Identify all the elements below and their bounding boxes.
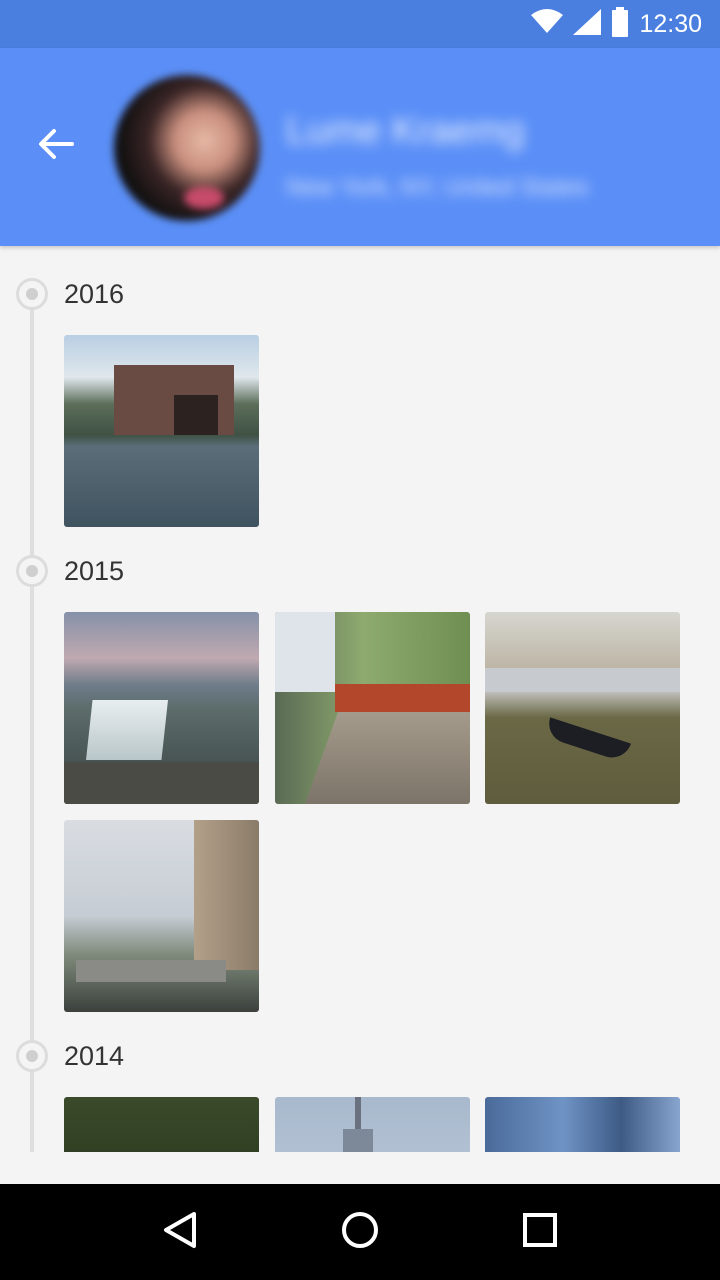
cell-signal-icon xyxy=(573,8,602,40)
year-label: 2016 xyxy=(64,279,125,309)
river-bridge-photo[interactable] xyxy=(64,820,259,1012)
gondola-canal-photo[interactable] xyxy=(485,612,680,804)
avatar[interactable] xyxy=(114,75,260,221)
timeline-marker-icon xyxy=(16,1040,48,1072)
profile-location: New York, NY, United States xyxy=(286,174,589,201)
year-label: 2015 xyxy=(64,556,125,586)
timeline-line xyxy=(30,294,34,1152)
nav-back-button[interactable] xyxy=(140,1192,220,1272)
waterfall-photo[interactable] xyxy=(64,612,259,804)
promenade-photo[interactable] xyxy=(275,612,470,804)
status-time: 12:30 xyxy=(639,9,702,38)
wifi-icon xyxy=(531,8,564,40)
status-icons: 12:30 xyxy=(531,6,702,42)
photo-timeline[interactable]: 2016 2015 2014 xyxy=(0,246,720,1152)
timeline-marker-icon xyxy=(16,555,48,587)
profile-name: Lume Kraemg xyxy=(286,110,525,152)
year-label: 2014 xyxy=(64,1041,125,1071)
trees-sky-photo[interactable] xyxy=(64,1097,259,1152)
recents-square-icon xyxy=(520,1210,560,1255)
system-nav-bar xyxy=(0,1184,720,1280)
nav-recents-button[interactable] xyxy=(500,1192,580,1272)
tower-spire-photo[interactable] xyxy=(275,1097,470,1152)
home-circle-icon xyxy=(340,1210,380,1255)
timeline-marker-icon xyxy=(16,278,48,310)
glass-skyscraper-photo[interactable] xyxy=(485,1097,680,1152)
nav-home-button[interactable] xyxy=(320,1192,400,1272)
status-bar: 12:30 xyxy=(0,0,720,48)
profile-header: Lume Kraemg New York, NY, United States xyxy=(0,48,720,246)
back-button[interactable] xyxy=(22,112,90,180)
back-triangle-icon xyxy=(160,1210,200,1255)
arrow-left-icon xyxy=(38,128,74,165)
lakeside-castle-photo[interactable] xyxy=(64,335,259,527)
screen: 12:30 Lume Kraemg New York, NY, United S… xyxy=(0,0,720,1280)
battery-icon xyxy=(611,6,629,42)
